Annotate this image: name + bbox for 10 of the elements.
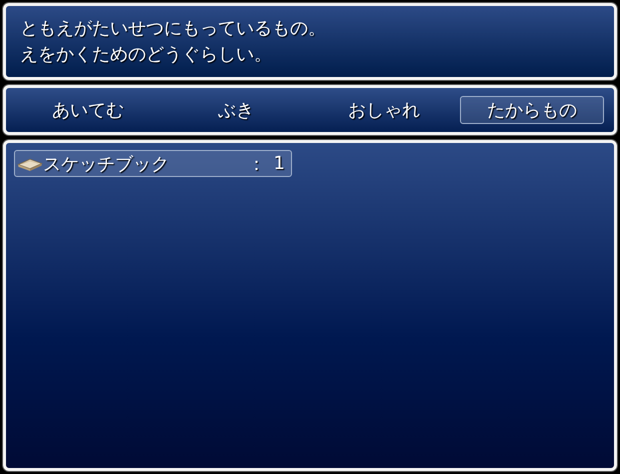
category-tab[interactable]: あいてむ	[16, 96, 160, 124]
help-text: えをかくためのどうぐらしい。	[20, 44, 273, 66]
item-name: スケッチブック	[43, 152, 170, 176]
category-tab[interactable]: ぶき	[164, 96, 308, 124]
category-tab[interactable]: おしゃれ	[312, 96, 456, 124]
item-count: 1	[274, 153, 285, 174]
category-tab[interactable]: たからもの	[460, 96, 604, 124]
item-row[interactable]: スケッチブック ： 1	[14, 150, 292, 177]
help-text: ともえがたいせつにもっているもの。	[20, 18, 327, 40]
count-separator: ：	[248, 152, 266, 176]
